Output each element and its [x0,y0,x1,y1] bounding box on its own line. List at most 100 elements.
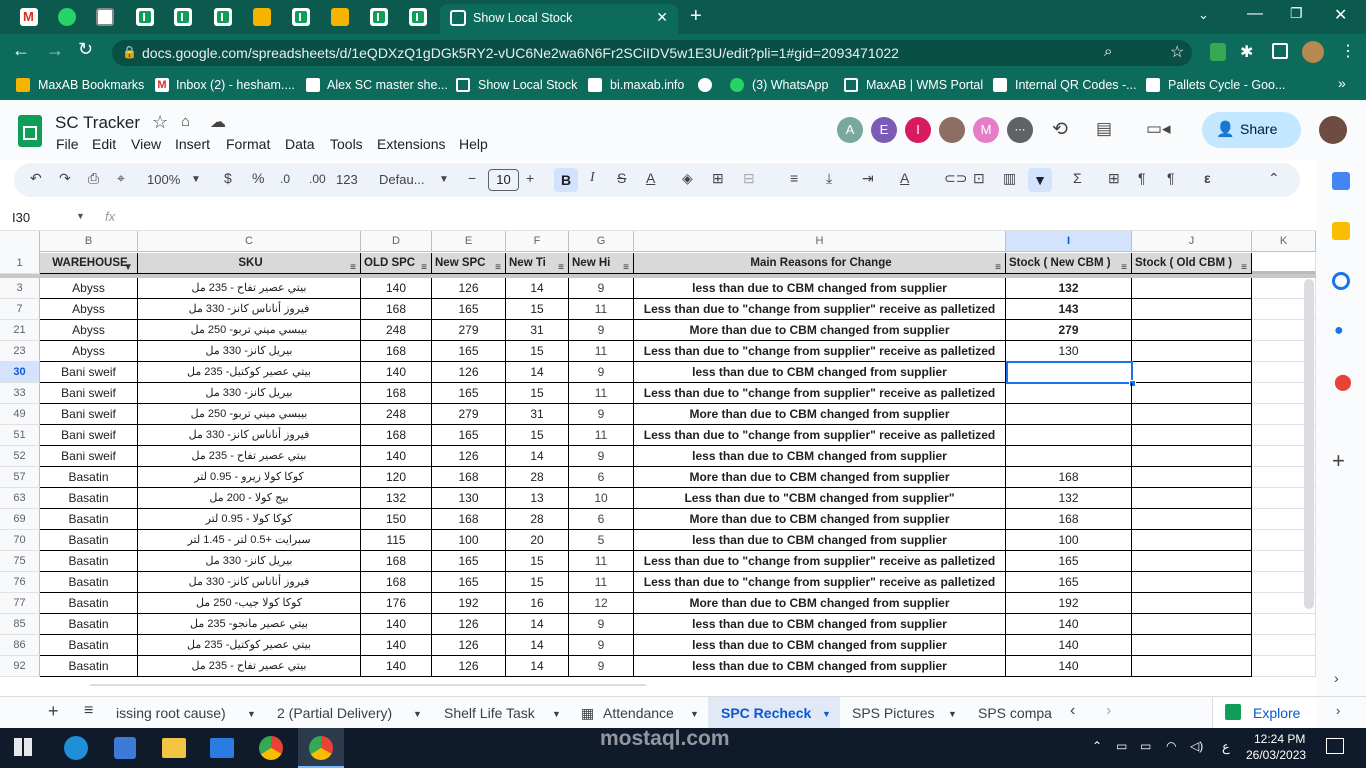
collaborator-avatar[interactable]: A [837,117,863,143]
new-ti-cell[interactable]: 31 [506,320,569,341]
sku-cell[interactable]: بيج كولا - 200 مل [138,488,361,509]
stock-old-cell[interactable] [1132,635,1252,656]
comment-icon[interactable]: ▤ [1096,119,1112,139]
sku-cell[interactable]: بيبسي ميني تربو- 250 مل [138,404,361,425]
filter-icon[interactable]: ≡ [1121,257,1127,273]
column-header[interactable]: I [1006,231,1132,252]
chevron-down-icon[interactable]: ▼ [948,709,957,719]
empty-cell[interactable] [1252,656,1316,677]
reason-cell[interactable]: less than due to CBM changed from suppli… [634,635,1006,656]
row-number[interactable]: 57 [0,467,40,488]
bookmark-item[interactable]: bi.maxab.info [610,78,684,92]
text-color-icon[interactable]: A [646,170,655,186]
new-ti-cell[interactable]: 15 [506,341,569,362]
meet-icon[interactable]: ▭◂ [1146,119,1171,139]
zoom-icon[interactable]: ⌕ [1104,43,1112,60]
reason-cell[interactable]: Less than due to "change from supplier" … [634,341,1006,362]
mail-icon[interactable] [210,738,234,758]
new-hi-cell[interactable]: 9 [569,635,634,656]
new-hi-cell[interactable]: 5 [569,530,634,551]
warehouse-cell[interactable]: Bani sweif [40,362,138,383]
contacts-icon[interactable]: ● [1334,322,1344,340]
new-hi-cell[interactable]: 11 [569,383,634,404]
sku-cell[interactable]: بيريل كانز- 330 مل [138,341,361,362]
column-header[interactable]: D [361,231,432,252]
stock-old-cell[interactable] [1132,530,1252,551]
old-spc-cell[interactable]: 140 [361,614,432,635]
new-ti-cell[interactable]: 15 [506,572,569,593]
stock-new-cell[interactable]: 100 [1006,530,1132,551]
minimize-icon[interactable]: — [1247,5,1263,23]
bi-tab-icon[interactable] [96,8,114,26]
reason-cell[interactable]: Less than due to "change from supplier" … [634,299,1006,320]
collaborator-avatar[interactable]: M [973,117,999,143]
new-hi-cell[interactable]: 6 [569,467,634,488]
reason-cell[interactable]: Less than due to "change from supplier" … [634,572,1006,593]
row-number[interactable]: 7 [0,299,40,320]
header-cell[interactable]: Main Reasons for Change ≡ [634,253,1006,274]
stock-old-cell[interactable] [1132,320,1252,341]
new-spc-cell[interactable]: 100 [432,530,506,551]
new-hi-cell[interactable]: 11 [569,299,634,320]
warehouse-cell[interactable]: Basatin [40,593,138,614]
reason-cell[interactable]: less than due to CBM changed from suppli… [634,656,1006,677]
sku-cell[interactable]: بيبسي ميني تربو- 250 مل [138,320,361,341]
row-number[interactable]: 33 [0,383,40,404]
stock-old-cell[interactable] [1132,614,1252,635]
stock-old-cell[interactable] [1132,656,1252,677]
sku-cell[interactable]: بيريل كانز- 330 مل [138,383,361,404]
move-icon[interactable]: ⌂ [181,113,190,130]
menu-format[interactable]: Format [226,136,270,152]
sku-cell[interactable]: فيروز أناناس كانز- 330 مل [138,299,361,320]
more-collaborators-icon[interactable]: ⋯ [1007,117,1033,143]
reason-cell[interactable]: More than due to CBM changed from suppli… [634,509,1006,530]
new-spc-cell[interactable]: 168 [432,467,506,488]
sheets-tab-icon[interactable] [409,8,427,26]
stock-old-cell[interactable] [1132,593,1252,614]
header-cell[interactable]: WAREHOUSE ▼ [40,253,138,274]
font-size-decrease-icon[interactable]: − [468,170,476,186]
new-hi-cell[interactable]: 11 [569,551,634,572]
empty-header-cell[interactable] [1252,253,1316,274]
back-icon[interactable]: ← [12,40,30,61]
menu-help[interactable]: Help [459,136,488,152]
stock-old-cell[interactable] [1132,488,1252,509]
old-spc-cell[interactable]: 150 [361,509,432,530]
new-hi-cell[interactable]: 10 [569,488,634,509]
stock-old-cell[interactable] [1132,467,1252,488]
borders-icon[interactable]: ⊞ [712,170,724,187]
freeze-icon[interactable]: ⊞ [1108,170,1120,187]
warehouse-cell[interactable]: Basatin [40,530,138,551]
bookmark-item[interactable]: Inbox (2) - hesham.... [176,78,295,92]
reload-icon[interactable]: ↻ [78,39,93,60]
stock-new-cell[interactable]: 192 [1006,593,1132,614]
collaborator-avatar[interactable]: I [905,117,931,143]
new-hi-cell[interactable]: 6 [569,509,634,530]
chevron-down-icon[interactable]: ▼ [822,709,831,719]
sheets-tab-icon[interactable] [292,8,310,26]
name-box[interactable]: I30 [12,210,30,225]
stock-new-cell[interactable]: 143 [1006,299,1132,320]
old-spc-cell[interactable]: 168 [361,425,432,446]
warehouse-cell[interactable]: Basatin [40,509,138,530]
font-select[interactable]: Defau... [379,172,425,187]
header-cell[interactable]: New Ti ≡ [506,253,569,274]
sku-cell[interactable]: سبرايت +0.5 لتر - 1.45 لتر [138,530,361,551]
new-spc-cell[interactable]: 126 [432,656,506,677]
slides-tab-icon[interactable] [331,8,349,26]
new-ti-cell[interactable]: 14 [506,278,569,299]
old-spc-cell[interactable]: 176 [361,593,432,614]
filter-icon[interactable]: ≡ [1241,257,1247,273]
stock-old-cell[interactable] [1132,551,1252,572]
star-icon[interactable]: ☆ [1170,42,1184,62]
share-button[interactable]: 👤 Share [1202,112,1301,148]
spreadsheet-grid[interactable]: B C D E F G H I J K 1 WAREHOUSE ▼ SKU ≡ OLD SPC ≡ New SPC… [0,231,1316,686]
stock-new-cell[interactable]: 168 [1006,467,1132,488]
sku-cell[interactable]: بيتي عصير تفاح - 235 مل [138,656,361,677]
new-hi-cell[interactable]: 9 [569,278,634,299]
edge-icon[interactable] [64,736,88,760]
stock-new-cell[interactable] [1006,383,1132,404]
sheet-tab[interactable]: 2 (Partial Delivery) [277,705,392,721]
new-spc-cell[interactable]: 165 [432,572,506,593]
column-header[interactable]: H [634,231,1006,252]
